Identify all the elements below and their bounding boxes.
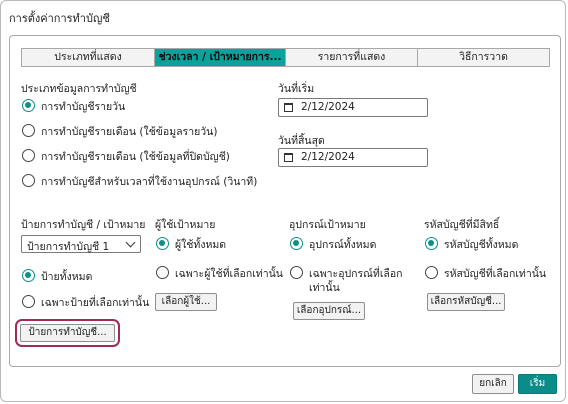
tab-display-items[interactable]: รายการที่แสดง [285, 48, 418, 67]
radio-all-devices[interactable] [290, 237, 303, 250]
start-date-label: วันที่เริ่ม [278, 83, 315, 95]
account-target-heading: รหัสบัญชีที่มีสิทธิ์ [424, 219, 500, 231]
start-date-value: 2/12/2024 [301, 101, 355, 113]
radio-device-time-label[interactable]: การทำบัญชีสำหรับเวลาที่ใช้งานอุปกรณ์ (วิ… [41, 173, 257, 190]
settings-panel: ประเภทที่แสดง ช่วงเวลา / เป้าหมายการ... … [9, 35, 561, 367]
radio-monthly-closed[interactable] [22, 149, 35, 162]
radio-all-labels-label[interactable]: ป้ายทั้งหมด [41, 268, 92, 285]
radio-all-labels[interactable] [22, 269, 35, 282]
accounting-settings-dialog: การตั้งค่าการทำบัญชี ประเภทที่แสดง ช่วงเ… [0, 0, 566, 402]
start-date-field[interactable]: 2/12/2024 [278, 98, 428, 117]
radio-selected-devices[interactable] [290, 266, 303, 279]
accounting-labels-button[interactable]: ป้ายการทำบัญชี... [20, 324, 115, 342]
select-accounts-button[interactable]: เลือกรหัสบัญชี... [427, 293, 505, 311]
end-date-value: 2/12/2024 [301, 151, 355, 163]
label-select-value: ป้ายการทำบัญชี 1 [27, 241, 110, 253]
tab-period-target[interactable]: ช่วงเวลา / เป้าหมายการ... [154, 48, 286, 67]
chevron-down-icon [125, 237, 136, 248]
radio-all-accounts[interactable] [425, 237, 438, 250]
radio-monthly-daily-label[interactable]: การทำบัญชีรายเดือน (ใช้ข้อมูลรายวัน) [41, 123, 217, 140]
radio-daily-label[interactable]: การทำบัญชีรายวัน [41, 98, 125, 115]
tab-display-type[interactable]: ประเภทที่แสดง [21, 48, 155, 67]
end-date-field[interactable]: 2/12/2024 [278, 148, 428, 167]
calendar-icon [284, 153, 293, 162]
select-devices-button[interactable]: เลือกอุปกรณ์... [293, 302, 365, 320]
radio-device-time[interactable] [22, 174, 35, 187]
radio-all-users[interactable] [156, 237, 169, 250]
dialog-title: การตั้งค่าการทำบัญชี [9, 12, 110, 25]
radio-selected-devices-label-2[interactable]: เท่านั้น [309, 279, 340, 296]
tab-bar: ประเภทที่แสดง ช่วงเวลา / เป้าหมายการ... … [21, 48, 550, 67]
radio-all-users-label[interactable]: ผู้ใช้ทั้งหมด [175, 236, 226, 253]
radio-monthly-closed-label[interactable]: การทำบัญชีรายเดือน (ใช้ข้อมูลที่ปิดบัญชี… [41, 148, 230, 165]
radio-selected-users[interactable] [156, 266, 169, 279]
data-type-heading: ประเภทข้อมูลการทำบัญชี [21, 83, 137, 95]
radio-selected-accounts-label[interactable]: รหัสบัญชีที่เลือกเท่านั้น [444, 265, 546, 282]
radio-daily[interactable] [22, 99, 35, 112]
radio-monthly-daily[interactable] [22, 124, 35, 137]
calendar-icon [284, 103, 293, 112]
end-date-label: วันที่สิ้นสุด [278, 135, 325, 147]
select-users-button[interactable]: เลือกผู้ใช้... [155, 293, 217, 311]
tab-drawing-method[interactable]: วิธีการวาด [417, 48, 550, 67]
device-target-heading: อุปกรณ์เป้าหมาย [289, 219, 366, 231]
label-select[interactable]: ป้ายการทำบัญชี 1 [21, 235, 141, 253]
radio-all-accounts-label[interactable]: รหัสบัญชีทั้งหมด [444, 236, 518, 253]
label-target-heading: ป้ายการทำบัญชี / เป้าหมาย [21, 219, 146, 231]
radio-selected-users-label[interactable]: เฉพาะผู้ใช้ที่เลือกเท่านั้น [175, 265, 283, 282]
radio-selected-labels[interactable] [22, 295, 35, 308]
user-target-heading: ผู้ใช้เป้าหมาย [155, 219, 216, 231]
radio-all-devices-label[interactable]: อุปกรณ์ทั้งหมด [309, 236, 376, 253]
radio-selected-accounts[interactable] [425, 266, 438, 279]
start-button[interactable]: เริ่ม [518, 374, 557, 394]
cancel-button[interactable]: ยกเลิก [472, 374, 514, 394]
radio-selected-labels-label[interactable]: เฉพาะป้ายที่เลือกเท่านั้น [41, 294, 149, 311]
